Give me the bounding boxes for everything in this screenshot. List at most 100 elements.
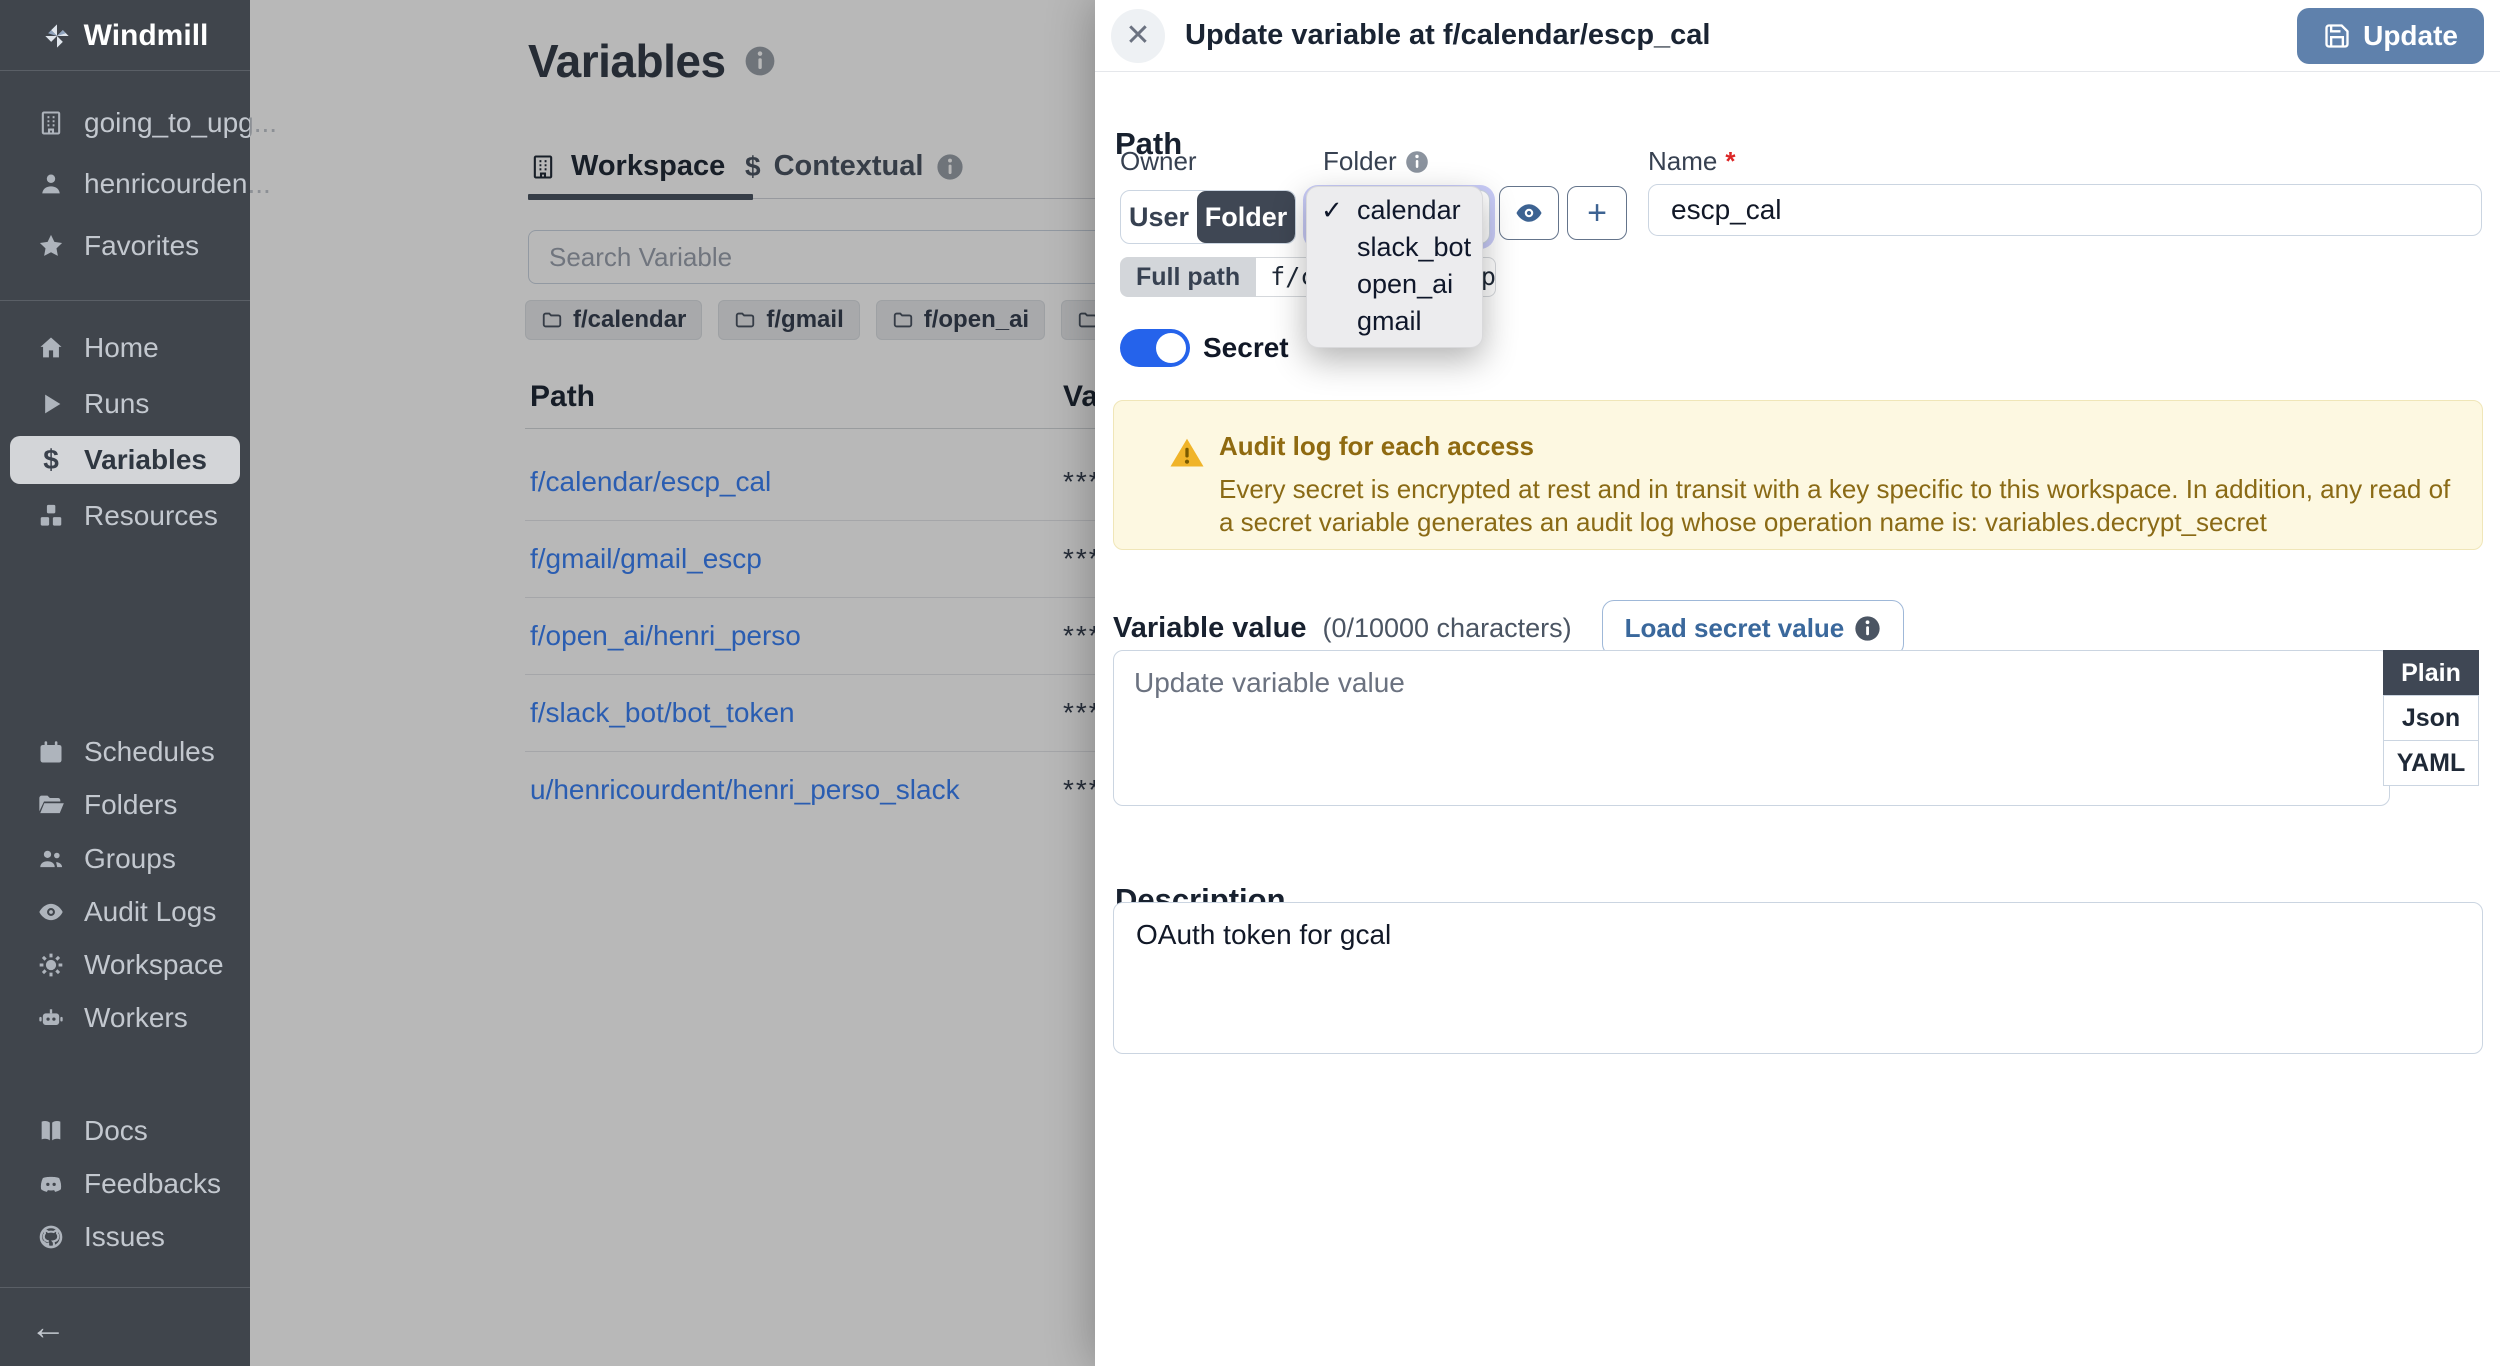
drawer-header: ✕ Update variable at f/calendar/escp_cal… — [1095, 0, 2500, 72]
robot-icon — [36, 1003, 66, 1033]
sidebar-item-label: going_to_upg... — [84, 107, 277, 139]
folder-icon — [36, 790, 66, 820]
character-counter: (0/10000 characters) — [1322, 613, 1571, 644]
variable-value-header: Variable value (0/10000 characters) Load… — [1113, 598, 1904, 658]
format-tab-plain[interactable]: Plain — [2383, 650, 2479, 696]
folder-dropdown-menu: ✓ calendar slack_bot open_ai gmail — [1306, 186, 1483, 348]
owner-label: Owner — [1120, 146, 1197, 177]
star-icon — [36, 231, 66, 261]
owner-kind-user[interactable]: User — [1121, 191, 1197, 243]
building-icon — [36, 108, 66, 138]
sidebar-item-workers[interactable]: Workers — [0, 994, 250, 1042]
calendar-icon — [36, 737, 66, 767]
sidebar-item-variables[interactable]: $ Variables — [10, 436, 240, 484]
sidebar-item-audit-logs[interactable]: Audit Logs — [0, 888, 250, 936]
sidebar-item-label: Variables — [84, 444, 207, 476]
value-format-tabs: Plain Json YAML — [2383, 650, 2479, 786]
close-icon: ✕ — [1125, 18, 1150, 53]
sidebar-item-feedbacks[interactable]: Feedbacks — [0, 1160, 250, 1208]
plus-icon: + — [1587, 196, 1607, 230]
variable-value-heading: Variable value — [1113, 612, 1306, 645]
format-tab-json[interactable]: Json — [2383, 695, 2479, 741]
sidebar-item-workspace-selector[interactable]: going_to_upg... — [0, 99, 250, 147]
secret-toggle[interactable] — [1120, 329, 1190, 367]
discord-icon — [36, 1169, 66, 1199]
divider — [0, 300, 250, 301]
sidebar-item-workspace[interactable]: Workspace — [0, 941, 250, 989]
required-asterisk: * — [1725, 146, 1735, 177]
sidebar-item-resources[interactable]: Resources — [0, 492, 250, 540]
view-folder-button[interactable] — [1499, 186, 1559, 240]
owner-kind-toggle: User Folder — [1120, 190, 1296, 244]
windmill-logo-icon — [42, 21, 72, 51]
sidebar-item-label: Home — [84, 332, 159, 364]
sidebar-item-label: Folders — [84, 789, 177, 821]
warning-body: Every secret is encrypted at rest and in… — [1219, 473, 2459, 539]
sidebar-item-folders[interactable]: Folders — [0, 781, 250, 829]
sidebar-item-label: Schedules — [84, 736, 215, 768]
divider — [0, 1287, 250, 1288]
sidebar-item-label: Audit Logs — [84, 896, 216, 928]
name-input[interactable] — [1648, 184, 2482, 236]
folder-option[interactable]: slack_bot — [1307, 229, 1482, 266]
warning-title: Audit log for each access — [1219, 431, 1534, 462]
back-arrow-icon: ← — [30, 1306, 66, 1348]
sidebar-item-label: Favorites — [84, 230, 199, 262]
app-logo-label: Windmill — [84, 19, 209, 53]
divider — [0, 70, 250, 71]
collapse-sidebar-button[interactable]: ← — [0, 1303, 250, 1351]
sidebar: Windmill going_to_upg... henricourden...… — [0, 0, 250, 1366]
sidebar-item-favorites[interactable]: Favorites — [0, 222, 250, 270]
sidebar-item-label: Issues — [84, 1221, 165, 1253]
close-button[interactable]: ✕ — [1111, 9, 1165, 63]
sidebar-item-home[interactable]: Home — [0, 324, 250, 372]
add-folder-button[interactable]: + — [1567, 186, 1627, 240]
format-tab-yaml[interactable]: YAML — [2383, 740, 2479, 786]
toggle-knob — [1156, 333, 1186, 363]
dollar-icon: $ — [36, 445, 66, 475]
description-textarea[interactable]: OAuth token for gcal — [1113, 902, 2483, 1054]
book-icon — [36, 1116, 66, 1146]
sidebar-item-label: Workers — [84, 1002, 188, 1034]
secret-label: Secret — [1203, 329, 1289, 367]
info-icon[interactable] — [1405, 150, 1429, 174]
folder-option[interactable]: ✓ calendar — [1307, 192, 1482, 229]
info-icon — [1854, 615, 1881, 642]
save-icon — [2323, 22, 2351, 50]
full-path-label: Full path — [1120, 257, 1256, 297]
load-secret-value-button[interactable]: Load secret value — [1602, 600, 1905, 656]
sidebar-item-label: Feedbacks — [84, 1168, 221, 1200]
home-icon — [36, 333, 66, 363]
sidebar-item-label: Resources — [84, 500, 218, 532]
sidebar-item-runs[interactable]: Runs — [0, 380, 250, 428]
eye-icon — [1514, 198, 1544, 228]
folder-label: Folder — [1323, 146, 1429, 177]
sidebar-item-groups[interactable]: Groups — [0, 835, 250, 883]
sidebar-item-user[interactable]: henricourden... — [0, 160, 250, 208]
update-button[interactable]: Update — [2297, 8, 2484, 64]
github-icon — [36, 1222, 66, 1252]
check-icon: ✓ — [1321, 192, 1343, 229]
sidebar-item-label: henricourden... — [84, 168, 271, 200]
users-icon — [36, 844, 66, 874]
eye-icon — [36, 897, 66, 927]
app-logo[interactable]: Windmill — [0, 10, 250, 62]
owner-kind-folder[interactable]: Folder — [1197, 191, 1295, 243]
sidebar-item-docs[interactable]: Docs — [0, 1107, 250, 1155]
update-variable-drawer: ✕ Update variable at f/calendar/escp_cal… — [1095, 0, 2500, 1366]
gear-icon — [36, 950, 66, 980]
sidebar-item-label: Groups — [84, 843, 176, 875]
folder-option[interactable]: open_ai — [1307, 266, 1482, 303]
audit-warning-box: Audit log for each access Every secret i… — [1113, 400, 2483, 550]
user-icon — [36, 169, 66, 199]
variable-value-textarea[interactable] — [1113, 650, 2390, 806]
modal-overlay[interactable] — [250, 0, 1095, 1366]
folder-option[interactable]: gmail — [1307, 303, 1482, 340]
sidebar-item-label: Docs — [84, 1115, 148, 1147]
sidebar-item-issues[interactable]: Issues — [0, 1213, 250, 1261]
cubes-icon — [36, 501, 66, 531]
play-icon — [36, 389, 66, 419]
sidebar-item-label: Workspace — [84, 949, 224, 981]
sidebar-item-schedules[interactable]: Schedules — [0, 728, 250, 776]
drawer-title: Update variable at f/calendar/escp_cal — [1185, 19, 1710, 52]
